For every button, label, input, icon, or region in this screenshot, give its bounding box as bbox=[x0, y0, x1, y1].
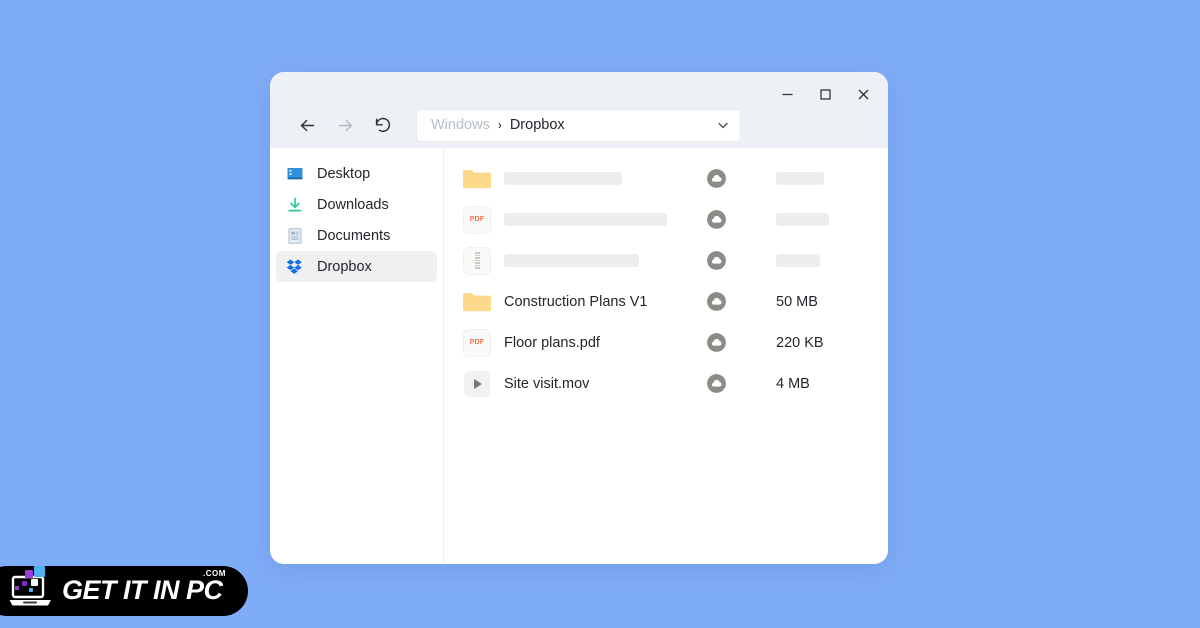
dropbox-icon bbox=[286, 258, 304, 276]
file-name[interactable]: Floor plans.pdf bbox=[504, 335, 700, 351]
table-row[interactable] bbox=[444, 158, 888, 199]
pdf-icon: PDF bbox=[462, 328, 492, 358]
sidebar-item-desktop[interactable]: Desktop bbox=[276, 158, 437, 189]
sidebar-item-dropbox[interactable]: Dropbox bbox=[276, 251, 437, 282]
pixel-square-icon bbox=[29, 588, 33, 592]
file-size: 50 MB bbox=[776, 293, 818, 310]
sidebar-item-documents[interactable]: Documents bbox=[276, 220, 437, 251]
table-row[interactable] bbox=[444, 240, 888, 281]
file-size-placeholder bbox=[776, 254, 876, 267]
pdf-badge-label: PDF bbox=[469, 339, 485, 346]
cloud-icon[interactable] bbox=[706, 250, 748, 271]
watermark-tld-text: .COM bbox=[203, 569, 226, 578]
table-row[interactable]: PDF Floor plans.pdf 220 KB bbox=[444, 322, 888, 363]
pdf-icon: PDF bbox=[462, 205, 492, 235]
chevron-down-icon[interactable] bbox=[716, 118, 730, 132]
file-name[interactable]: Construction Plans V1 bbox=[504, 294, 700, 310]
desktop-icon bbox=[286, 165, 304, 183]
sidebar-item-downloads[interactable]: Downloads bbox=[276, 189, 437, 220]
pixel-square-icon bbox=[25, 570, 33, 578]
forward-arrow-icon[interactable] bbox=[326, 106, 364, 144]
watermark-brand-text: GET IT IN PC bbox=[62, 575, 223, 605]
file-explorer-window: Windows › Dropbox Desktop Downloads Docu… bbox=[270, 72, 888, 564]
cloud-icon[interactable] bbox=[706, 291, 748, 312]
file-size: 4 MB bbox=[776, 375, 810, 392]
window-body: Desktop Downloads Documents Dropbox PDF … bbox=[270, 148, 888, 564]
sidebar: Desktop Downloads Documents Dropbox bbox=[270, 148, 444, 564]
table-row[interactable]: Site visit.mov 4 MB bbox=[444, 363, 888, 404]
file-name-placeholder bbox=[504, 213, 700, 226]
play-triangle-icon bbox=[474, 378, 482, 389]
refresh-icon[interactable] bbox=[364, 106, 402, 144]
pixel-square-icon bbox=[15, 586, 19, 590]
cloud-icon[interactable] bbox=[706, 168, 748, 189]
download-icon bbox=[286, 196, 304, 214]
file-size-placeholder bbox=[776, 172, 876, 185]
file-size: 220 KB bbox=[776, 334, 824, 351]
cloud-icon[interactable] bbox=[706, 373, 748, 394]
file-name-placeholder bbox=[504, 254, 700, 267]
folder-icon bbox=[462, 287, 492, 317]
cloud-icon[interactable] bbox=[706, 332, 748, 353]
sidebar-item-label: Documents bbox=[317, 227, 391, 244]
table-row[interactable]: Construction Plans V1 50 MB bbox=[444, 281, 888, 322]
address-bar[interactable]: Windows › Dropbox bbox=[416, 108, 741, 142]
breadcrumb-separator: › bbox=[497, 118, 502, 132]
navigation-row: Windows › Dropbox bbox=[270, 102, 888, 148]
file-size-placeholder bbox=[776, 213, 876, 226]
title-bar: Windows › Dropbox bbox=[270, 72, 888, 148]
back-arrow-icon[interactable] bbox=[288, 106, 326, 144]
folder-icon bbox=[462, 164, 492, 194]
table-row[interactable]: PDF bbox=[444, 199, 888, 240]
sidebar-item-label: Dropbox bbox=[317, 258, 372, 275]
watermark-logo: GET IT IN PC .COM bbox=[0, 560, 252, 622]
document-icon bbox=[286, 227, 304, 245]
cloud-icon[interactable] bbox=[706, 209, 748, 230]
file-list: PDF Construction Plans V1 50 MB PDF Floo… bbox=[444, 148, 888, 564]
breadcrumb-root[interactable]: Windows bbox=[431, 117, 490, 133]
file-name-placeholder bbox=[504, 172, 700, 185]
pixel-square-icon bbox=[22, 581, 27, 586]
archive-icon bbox=[462, 246, 492, 276]
pixel-square-icon bbox=[34, 566, 45, 577]
pdf-badge-label: PDF bbox=[469, 216, 485, 223]
sidebar-item-label: Desktop bbox=[317, 165, 371, 182]
video-icon bbox=[462, 369, 492, 399]
pixel-square-icon bbox=[31, 579, 38, 586]
file-name[interactable]: Site visit.mov bbox=[504, 376, 700, 392]
sidebar-item-label: Downloads bbox=[317, 196, 389, 213]
breadcrumb-current[interactable]: Dropbox bbox=[510, 117, 565, 133]
